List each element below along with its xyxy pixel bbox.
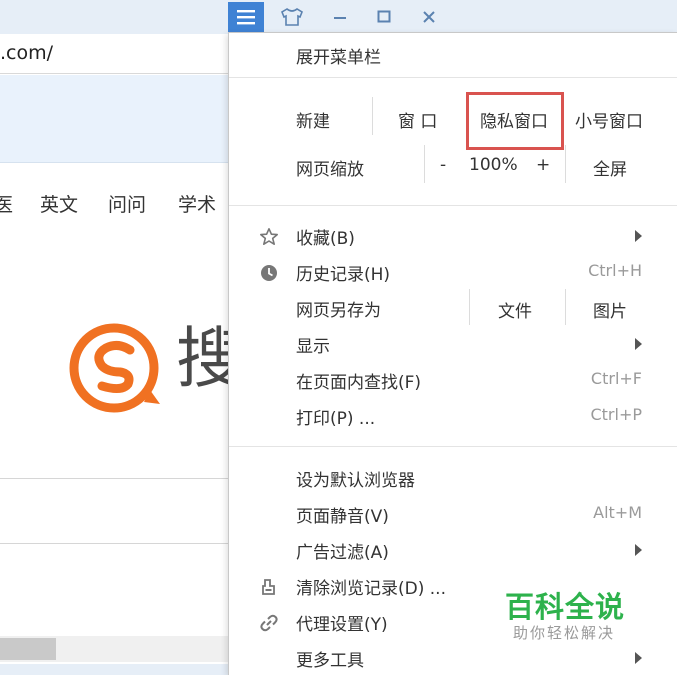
menu-item-default-browser[interactable]: 设为默认浏览器	[229, 461, 677, 495]
menu-divider	[469, 289, 470, 325]
chevron-right-icon	[635, 338, 642, 350]
new-label: 新建	[296, 112, 330, 132]
address-text: .com/	[0, 42, 54, 64]
chevron-right-icon	[635, 652, 642, 664]
title-bar	[0, 0, 677, 34]
menu-item-mute[interactable]: 页面静音(V) Alt+M	[229, 497, 677, 531]
menu-divider	[229, 446, 677, 447]
menu-item-label: 显示	[296, 337, 330, 357]
scrollbar-thumb[interactable]	[0, 638, 56, 660]
menu-item-label: 在页面内查找(F)	[296, 373, 422, 393]
menu-item-print[interactable]: 打印(P) ... Ctrl+P	[229, 399, 677, 433]
chevron-right-icon	[635, 230, 642, 242]
menu-item-label: 广告过滤(A)	[296, 543, 389, 563]
menu-item-expand-menubar[interactable]: 展开菜单栏	[229, 38, 677, 72]
menu-item-label: 设为默认浏览器	[296, 471, 415, 491]
menu-item-label: 打印(P) ...	[296, 409, 376, 429]
menu-divider	[565, 145, 566, 183]
mute-shortcut: Alt+M	[593, 503, 642, 522]
star-icon	[260, 228, 278, 245]
menu-item-find[interactable]: 在页面内查找(F) Ctrl+F	[229, 363, 677, 397]
skin-icon	[281, 8, 303, 26]
menu-icon	[237, 10, 255, 25]
menu-item-adblock[interactable]: 广告过滤(A)	[229, 533, 677, 567]
print-shortcut: Ctrl+P	[590, 405, 642, 424]
zoom-value: 100%	[469, 155, 518, 175]
find-shortcut: Ctrl+F	[590, 369, 642, 388]
menu-item-label: 代理设置(Y)	[296, 615, 388, 635]
menu-item-more-tools[interactable]: 更多工具	[229, 641, 677, 675]
skin-button[interactable]	[274, 2, 310, 32]
close-button[interactable]	[411, 2, 447, 32]
chevron-right-icon	[635, 544, 642, 556]
menu-item-label: 更多工具	[296, 651, 364, 671]
watermark-title: 百科全说	[505, 590, 626, 624]
zoom-label: 网页缩放	[296, 160, 364, 180]
sogou-logo	[69, 323, 160, 413]
menu-button[interactable]	[228, 2, 264, 32]
menu-item-label: 网页另存为	[296, 301, 381, 321]
menu-item-favorites[interactable]: 收藏(B)	[229, 219, 677, 253]
menu-divider	[565, 289, 566, 325]
close-icon	[423, 11, 435, 23]
nav-item-wenwen[interactable]: 问问	[108, 190, 146, 217]
maximize-icon	[377, 10, 391, 23]
new-window-button[interactable]: 窗 口	[398, 107, 437, 132]
highlight-box	[466, 92, 564, 150]
menu-divider	[372, 97, 373, 135]
clock-icon	[261, 265, 277, 281]
menu-item-label: 历史记录(H)	[296, 265, 391, 285]
save-file-button[interactable]: 文件	[498, 297, 532, 322]
minimize-button[interactable]	[322, 2, 358, 32]
history-shortcut: Ctrl+H	[588, 261, 642, 280]
main-menu: 展开菜单栏 新建 窗 口 隐私窗口 小号窗口 网页缩放 - 100% + 全屏 …	[228, 32, 677, 675]
small-window-button[interactable]: 小号窗口	[575, 107, 643, 132]
nav-item-english[interactable]: 英文	[40, 190, 78, 217]
save-image-button[interactable]: 图片	[593, 297, 627, 322]
watermark-subtitle: 助你轻松解决	[513, 624, 616, 642]
nav-item-medical[interactable]: 医	[0, 190, 13, 217]
nav-item-academic[interactable]: 学术	[178, 190, 216, 217]
zoom-in-button[interactable]: +	[536, 155, 550, 175]
menu-item-label: 页面静音(V)	[296, 507, 389, 527]
menu-divider	[229, 205, 677, 206]
menu-item-label: 收藏(B)	[296, 229, 355, 249]
minimize-icon	[334, 17, 346, 19]
eraser-icon	[262, 579, 275, 595]
maximize-button[interactable]	[366, 2, 402, 32]
menu-item-label: 清除浏览记录(D) ...	[296, 579, 446, 599]
zoom-out-button[interactable]: -	[440, 155, 446, 175]
menu-item-display[interactable]: 显示	[229, 327, 677, 361]
menu-item-history[interactable]: 历史记录(H) Ctrl+H	[229, 255, 677, 289]
link-icon	[260, 614, 278, 632]
status-bar	[0, 664, 228, 675]
menu-item-label: 展开菜单栏	[296, 48, 381, 68]
menu-divider	[229, 77, 677, 78]
fullscreen-button[interactable]: 全屏	[593, 155, 627, 180]
menu-divider	[424, 145, 425, 183]
